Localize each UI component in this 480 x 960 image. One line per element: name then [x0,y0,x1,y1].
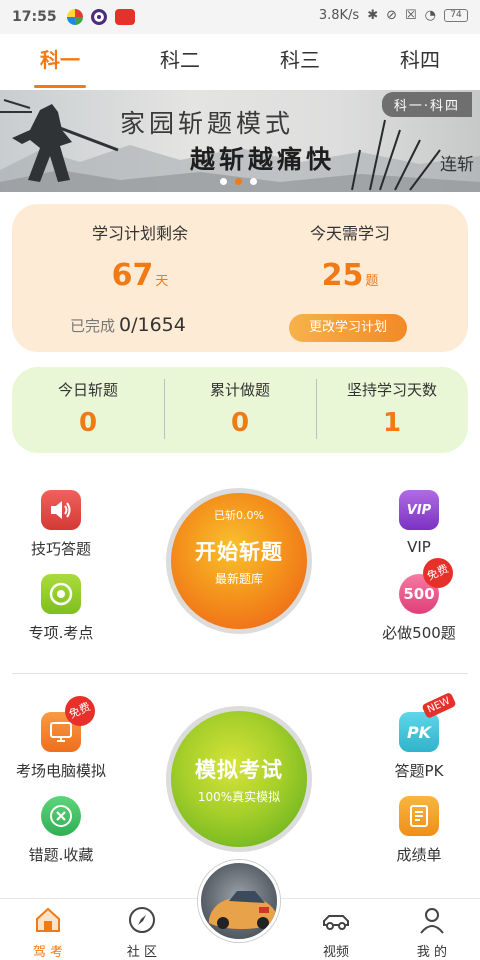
feature-label: 错题.收藏 [28,846,94,864]
answer-pk-button[interactable]: PK NEW 答题PK [364,692,474,781]
banner-stamp: 连斩 [440,155,474,175]
feature-label: 考场电脑模拟 [15,762,106,780]
status-time: 17:55 [12,9,57,25]
start-practice-button[interactable]: 已斩0.0% 开始斩题 最新题库 [166,488,312,634]
plan-remaining: 学习计划剩余 67 天 [40,220,240,293]
stat-value: 1 [382,408,402,438]
battery-icon: 74 [444,9,468,22]
plan-completed-value: 0/1654 [119,314,186,336]
stat-today: 今日斩题 0 [12,367,164,453]
banner-subject-badge: 科一·科四 [381,92,472,117]
banner-headline: 家园斩题模式 [120,109,295,138]
user-icon [420,908,444,934]
tab-subject-1[interactable]: 科一 [0,34,120,88]
app-notification-icon [114,9,135,25]
app-notification-icon [90,9,107,25]
promo-banner[interactable]: 家园斩题模式 越斩越痛快 科一·科四 连斩 [0,90,480,192]
mock-exam-button[interactable]: 模拟考试 100%真实模拟 [166,706,312,852]
close-circle-icon [41,796,81,836]
plan-today-label: 今天需学习 [309,224,390,243]
car-icon [323,915,349,930]
stat-label: 累计做题 [209,381,270,399]
progress-percent: 已斩0.0% [214,509,264,522]
wifi-icon: ◔ [424,8,436,23]
stat-label: 坚持学习天数 [346,381,437,399]
target-icon [41,574,81,614]
tab-subject-4[interactable]: 科四 [360,34,480,88]
center-car-button[interactable] [198,860,280,942]
sim-icon: ☒ [405,8,417,23]
plan-remaining-unit: 天 [155,274,169,289]
nav-label: 视频 [322,945,349,960]
status-bar: 17:55 3.8K/s ✱ ⊘ ☒ ◔ 74 [0,0,480,34]
tab-subject-3[interactable]: 科三 [240,34,360,88]
stat-total: 累计做题 0 [164,367,316,453]
bluetooth-icon: ✱ [367,8,379,23]
stat-value: 0 [78,408,98,438]
pk-icon: PK NEW [399,692,457,752]
nav-video[interactable]: 视频 [301,905,371,960]
feature-label: 必做500题 [382,624,456,642]
banner-subheadline: 越斩越痛快 [190,145,336,174]
plan-today-unit: 题 [365,274,379,289]
feature-label: 专项.考点 [28,624,94,642]
tips-answer-button[interactable]: 技巧答题 [6,490,116,559]
carousel-dot[interactable] [220,178,227,185]
start-practice-subtitle: 最新题库 [214,571,263,586]
must-do-500-button[interactable]: 500 免费 必做500题 [364,553,474,643]
stats-card: 今日斩题 0 累计做题 0 坚持学习天数 1 [12,367,468,453]
home-icon [36,907,60,932]
stat-value: 0 [230,408,250,438]
500-icon: 500 免费 [399,553,458,614]
carousel-dot[interactable] [250,178,257,185]
document-icon [399,796,439,836]
plan-today: 今天需学习 25 题 [250,220,450,293]
start-practice-title: 开始斩题 [195,539,283,564]
vip-icon: VIP [399,490,439,530]
stat-label: 今日斩题 [57,381,118,399]
app-notification-icon [66,9,83,25]
feature-label: VIP [407,538,431,556]
feature-label: 技巧答题 [30,540,91,558]
plan-remaining-label: 学习计划剩余 [91,224,188,243]
speaker-icon [41,490,81,530]
plan-completed: 已完成 0/1654 [70,314,186,336]
new-badge: NEW [421,692,457,719]
plan-remaining-value: 67 [111,258,154,293]
subject-tabs: 科一 科二 科三 科四 [0,34,480,88]
plan-today-value: 25 [321,258,364,293]
mock-exam-subtitle: 100%真实模拟 [197,789,281,804]
vip-button[interactable]: VIP VIP [364,490,474,556]
tab-subject-2[interactable]: 科二 [120,34,240,88]
wrong-questions-button[interactable]: 错题.收藏 [6,796,116,865]
nav-label: 驾 考 [32,945,64,960]
special-topics-button[interactable]: 专项.考点 [6,574,116,643]
study-plan-card: 学习计划剩余 67 天 今天需学习 25 题 已完成 0/1654 更改学习计划 [12,204,468,352]
computer-icon: 免费 [41,691,100,752]
pk-icon-text: PK [406,722,432,742]
compass-icon [129,907,155,933]
section-divider [12,673,468,674]
carousel-dots [220,178,257,185]
nav-profile[interactable]: 我 的 [397,905,467,960]
feature-label: 答题PK [394,762,444,780]
vip-icon-text: VIP [406,502,432,518]
mute-icon: ⊘ [386,8,397,23]
feature-label: 成绩单 [396,846,442,864]
network-speed: 3.8K/s [318,8,360,23]
plan-remaining-value-row: 67 天 [40,258,240,293]
nav-community[interactable]: 社 区 [107,905,177,960]
stat-streak: 坚持学习天数 1 [316,367,468,453]
nav-driving-test[interactable]: 驾 考 [13,905,83,960]
exam-sim-button[interactable]: 免费 考场电脑模拟 [6,691,116,781]
plan-completed-label: 已完成 [70,317,116,335]
nav-label: 社 区 [126,945,158,960]
mock-exam-title: 模拟考试 [195,757,283,782]
score-report-button[interactable]: 成绩单 [364,796,474,865]
carousel-dot-active[interactable] [235,178,242,185]
plan-today-value-row: 25 题 [250,258,450,293]
change-plan-button[interactable]: 更改学习计划 [289,314,407,342]
500-icon-text: 500 [403,585,435,603]
nav-label: 我 的 [416,945,448,960]
